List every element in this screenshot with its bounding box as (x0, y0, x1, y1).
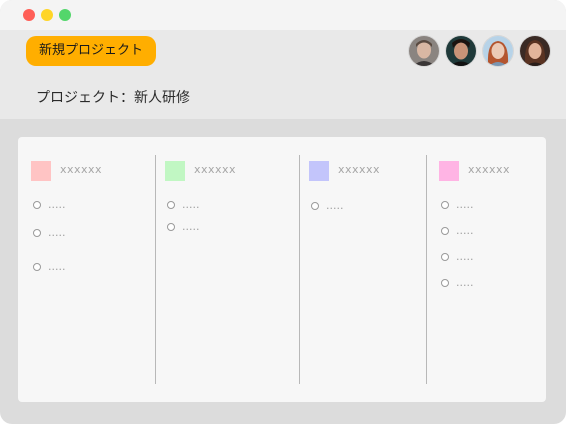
close-window-button[interactable] (23, 9, 35, 21)
column-color-swatch (31, 161, 51, 181)
header: 新規プロジェクト プロジェクト：新人研修 (0, 30, 566, 119)
task-checkbox-icon[interactable] (167, 201, 175, 209)
new-project-button[interactable]: 新規プロジェクト (26, 36, 156, 66)
column-color-swatch (309, 161, 329, 181)
task-checkbox-icon[interactable] (33, 229, 41, 237)
task-label: ..... (456, 276, 474, 289)
title-bar (0, 0, 566, 30)
task-label: ..... (182, 220, 200, 233)
board-column: xxxxxx.......... (165, 137, 285, 402)
board-column: xxxxxx............... (31, 137, 151, 402)
task-checkbox-icon[interactable] (33, 263, 41, 271)
member-avatar[interactable] (446, 36, 476, 66)
column-title: xxxxxx (194, 163, 237, 176)
task-checkbox-icon[interactable] (33, 201, 41, 209)
task-checkbox-icon[interactable] (167, 223, 175, 231)
board-column: xxxxxx..... (309, 137, 429, 402)
minimize-window-button[interactable] (41, 9, 53, 21)
column-divider (299, 155, 300, 384)
member-avatar[interactable] (520, 36, 550, 66)
task-checkbox-icon[interactable] (441, 253, 449, 261)
member-avatar[interactable] (409, 36, 439, 66)
task-label: ..... (182, 198, 200, 211)
board-column: xxxxxx.................... (439, 137, 559, 402)
task-label: ..... (326, 199, 344, 212)
task-label: ..... (456, 224, 474, 237)
column-title: xxxxxx (338, 163, 381, 176)
task-checkbox-icon[interactable] (441, 201, 449, 209)
task-checkbox-icon[interactable] (311, 202, 319, 210)
task-checkbox-icon[interactable] (441, 279, 449, 287)
column-title: xxxxxx (468, 163, 511, 176)
column-divider (155, 155, 156, 384)
project-title: プロジェクト：新人研修 (36, 90, 190, 106)
column-color-swatch (165, 161, 185, 181)
kanban-board: xxxxxx............... xxxxxx.......... xxx… (18, 137, 546, 402)
task-label: ..... (48, 226, 66, 239)
task-checkbox-icon[interactable] (441, 227, 449, 235)
task-label: ..... (456, 198, 474, 211)
task-label: ..... (48, 198, 66, 211)
task-label: ..... (456, 250, 474, 263)
task-label: ..... (48, 260, 66, 273)
maximize-window-button[interactable] (59, 9, 71, 21)
column-title: xxxxxx (60, 163, 103, 176)
column-color-swatch (439, 161, 459, 181)
member-avatar[interactable] (483, 36, 513, 66)
app-window: 新規プロジェクト プロジェクト：新人研修 xxxxxx ..... ..... … (0, 0, 566, 424)
